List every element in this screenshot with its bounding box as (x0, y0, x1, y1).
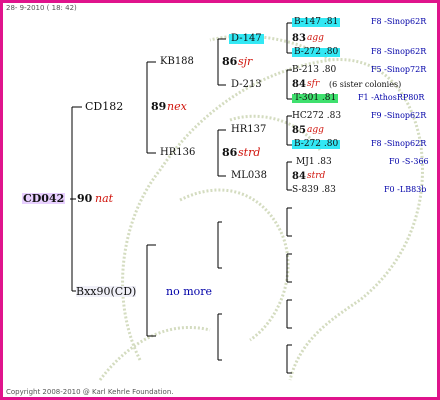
mother-note: no more (166, 285, 213, 298)
gen4-code: F5 -Sinop72R (371, 65, 427, 74)
gen4-score: 85 (292, 125, 306, 136)
gen4-code: F0 -S-366 (389, 157, 429, 166)
fff-animal[interactable]: D-147 (229, 34, 264, 44)
gen4-tag: agg (307, 33, 324, 43)
gen4-code: F0 -LB83b (384, 185, 427, 194)
gen4-tag: sfr (307, 79, 320, 89)
gen4-code: F8 -Sinop62R (371, 139, 427, 148)
gen4-code: F1 -AthosRP80R (358, 93, 425, 102)
gen4-label[interactable]: B-213 .80 (292, 66, 336, 75)
father-score: 89 (151, 100, 167, 113)
gen4-score: 84 (292, 79, 306, 90)
gen4-label[interactable]: S-839 .83 (292, 186, 336, 195)
ff-animal[interactable]: KB188 (160, 57, 194, 67)
gen4-label[interactable]: B-272 .80 (292, 140, 341, 149)
gen4-label[interactable]: B-272 .80 (292, 48, 341, 57)
ff-score: 86 (222, 55, 238, 68)
gen4-label[interactable]: T-301 .81 (292, 94, 339, 103)
gen4-label[interactable]: B-147 .81 (292, 18, 341, 27)
fm-score: 86 (222, 146, 238, 159)
page-border (0, 0, 440, 400)
root-tag: nat (95, 192, 114, 205)
root-animal[interactable]: CD042 (22, 193, 66, 204)
gen4-code: F8 -Sinop62R (371, 17, 427, 26)
gen4-label[interactable]: HC272 .83 (292, 112, 341, 121)
fmf-animal[interactable]: HR137 (231, 125, 266, 135)
gen4-note: (6 sister colonies) (329, 80, 402, 89)
fmm-animal[interactable]: ML038 (231, 171, 267, 181)
gen4-code: F8 -Sinop62R (371, 47, 427, 56)
ff-tag: sjr (238, 55, 253, 68)
gen4-score: 83 (292, 33, 306, 44)
ffm-animal[interactable]: D-213 (231, 80, 262, 90)
gen4-score: 84 (292, 171, 306, 182)
gen4-tag: strd (307, 171, 326, 181)
mother-animal[interactable]: Bxx90(CD) (76, 286, 137, 297)
gen4-label[interactable]: MJ1 .83 (296, 158, 332, 167)
father-animal[interactable]: CD182 (85, 101, 123, 112)
footer-copyright: Copyright 2008-2010 @ Karl Kehrle Founda… (6, 388, 174, 396)
gen4-code: F9 -Sinop62R (371, 111, 427, 120)
father-tag: nex (167, 100, 187, 113)
fm-tag: strd (238, 146, 261, 159)
header-date: 28- 9-2010 ( 18: 42) (6, 4, 77, 12)
fm-animal[interactable]: HR136 (160, 148, 195, 158)
gen4-tag: agg (307, 125, 324, 135)
root-score: 90 (77, 192, 93, 205)
